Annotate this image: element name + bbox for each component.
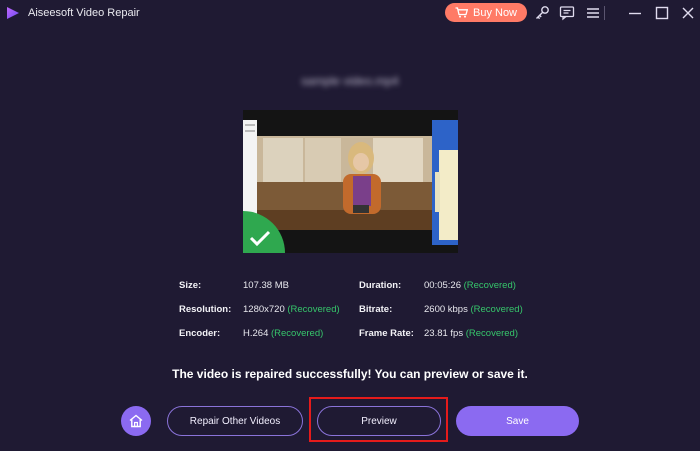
repair-other-videos-label: Repair Other Videos — [189, 415, 281, 427]
bitrate-row: 2600 kbps (Recovered) — [424, 304, 523, 315]
resolution-row: 1280x720 (Recovered) — [243, 304, 340, 315]
repair-other-videos-button[interactable]: Repair Other Videos — [167, 406, 303, 436]
title-bar: Aiseesoft Video Repair Buy Now — [0, 0, 700, 26]
menu-icon[interactable] — [585, 5, 601, 21]
home-icon — [129, 414, 143, 428]
file-name: sample video.mp4 — [301, 74, 399, 88]
bitrate-value: 2600 kbps — [424, 304, 468, 315]
check-icon — [243, 211, 285, 253]
bitrate-status: (Recovered) — [470, 304, 523, 315]
size-value: 107.38 MB — [243, 280, 289, 291]
encoder-value: H.264 — [243, 328, 269, 339]
close-icon[interactable] — [680, 5, 696, 21]
buy-now-label: Buy Now — [472, 6, 518, 19]
framerate-label: Frame Rate: — [359, 328, 414, 339]
minimize-icon[interactable] — [627, 5, 643, 21]
resolution-status: (Recovered) — [287, 304, 340, 315]
save-label: Save — [506, 415, 529, 427]
chat-icon[interactable] — [559, 5, 575, 21]
play-logo-icon — [7, 7, 19, 19]
maximize-icon[interactable] — [654, 5, 670, 21]
resolution-value: 1280x720 — [243, 304, 285, 315]
home-button[interactable] — [121, 406, 151, 436]
success-message: The video is repaired successfully! You … — [172, 367, 528, 381]
buy-now-button[interactable]: Buy Now — [445, 3, 527, 22]
framerate-value: 23.81 fps — [424, 328, 464, 339]
size-label: Size: — [179, 280, 202, 291]
duration-label: Duration: — [359, 280, 402, 291]
encoder-status: (Recovered) — [271, 328, 324, 339]
encoder-row: H.264 (Recovered) — [243, 328, 323, 339]
duration-value: 00:05:26 — [424, 280, 461, 291]
bitrate-label: Bitrate: — [359, 304, 393, 315]
duration-row: 00:05:26 (Recovered) — [424, 280, 516, 291]
video-thumbnail — [243, 110, 458, 253]
framerate-status: (Recovered) — [465, 328, 519, 339]
duration-status: (Recovered) — [463, 280, 516, 291]
cart-icon — [455, 7, 468, 18]
encoder-label: Encoder: — [179, 328, 221, 339]
app-title: Aiseesoft Video Repair — [28, 7, 140, 19]
framerate-row: 23.81 fps (Recovered) — [424, 328, 518, 339]
title-bar-divider — [604, 6, 605, 20]
highlight-box — [309, 397, 448, 442]
resolution-label: Resolution: — [179, 304, 232, 315]
key-icon[interactable] — [534, 5, 550, 21]
save-button[interactable]: Save — [456, 406, 579, 436]
